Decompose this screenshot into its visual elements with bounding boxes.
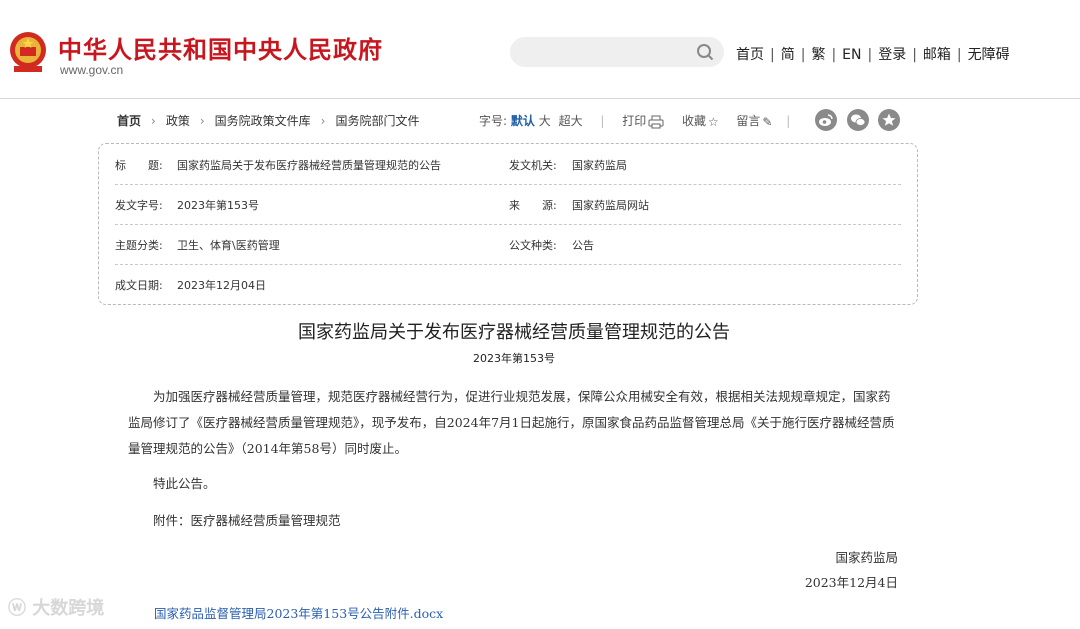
- pencil-icon: ✎: [762, 114, 773, 129]
- attachment-text: 附件：医疗器械经营质量管理规范: [153, 513, 341, 528]
- article-number: 2023年第153号: [473, 352, 555, 365]
- source-label: 来 源:: [509, 199, 557, 212]
- comment-label: 留言: [736, 114, 761, 128]
- top-nav: 首页 | 简 | 繁 | EN | 登录 | 邮箱 | 无障碍: [736, 47, 1010, 63]
- search-input[interactable]: [524, 43, 688, 63]
- site-title[interactable]: 中华人民共和国中央人民政府: [58, 30, 383, 65]
- favorite-button[interactable]: 收藏 ☆: [681, 114, 719, 129]
- nav-traditional[interactable]: 繁: [811, 47, 825, 63]
- font-size-large[interactable]: 大: [539, 114, 551, 128]
- body-paragraph: 为加强医疗器械经营质量管理，规范医疗器械经营行为，促进行业规范发展，保障公众用械…: [128, 389, 895, 456]
- article-body: 为加强医疗器械经营质量管理，规范医疗器械经营行为，促进行业规范发展，保障公众用械…: [128, 384, 898, 462]
- title-value: 国家药监局关于发布医疗器械经营质量管理规范的公告: [177, 159, 441, 172]
- article-title: 国家药监局关于发布医疗器械经营质量管理规范的公告: [298, 322, 730, 343]
- chevron-right-icon: ›: [151, 114, 156, 128]
- breadcrumb-dept-docs[interactable]: 国务院部门文件: [335, 114, 419, 128]
- font-size-default[interactable]: 默认: [511, 114, 535, 128]
- docno-label: 发文字号:: [115, 199, 163, 212]
- date-label: 成文日期:: [115, 279, 163, 292]
- notice-text: 特此公告。: [153, 476, 216, 491]
- info-row: 主题分类: 卫生、体育\医药管理 公文种类: 公告: [115, 224, 901, 265]
- nav-english[interactable]: EN: [842, 47, 861, 63]
- nav-login[interactable]: 登录: [878, 47, 906, 63]
- attachment-download-link[interactable]: 国家药品监督管理局2023年第153号公告附件.docx: [154, 603, 443, 622]
- issuer-label: 发文机关:: [509, 159, 557, 172]
- doctype-label: 公文种类:: [509, 239, 557, 252]
- search-icon[interactable]: [696, 43, 714, 61]
- site-url: www.gov.cn: [60, 63, 124, 77]
- breadcrumb-home[interactable]: 首页: [117, 114, 141, 128]
- nav-home[interactable]: 首页: [736, 47, 764, 63]
- document-info-box: 标 题: 国家药监局关于发布医疗器械经营质量管理规范的公告 发文机关: 国家药监…: [98, 143, 918, 305]
- font-size-xlarge[interactable]: 超大: [559, 114, 583, 128]
- docno-value: 2023年第153号: [177, 199, 259, 212]
- print-label: 打印: [622, 114, 647, 128]
- info-row: 成文日期: 2023年12月04日: [115, 264, 901, 304]
- chevron-right-icon: ›: [199, 114, 205, 128]
- printer-icon: [648, 115, 664, 128]
- info-row: 标 题: 国家药监局关于发布医疗器械经营质量管理规范的公告 发文机关: 国家药监…: [115, 144, 901, 185]
- topic-value: 卫生、体育\医药管理: [177, 239, 280, 252]
- title-label: 标 题:: [115, 159, 163, 172]
- star-circle-icon: [882, 113, 896, 126]
- watermark-text: 大数跨境: [32, 598, 105, 619]
- date-value: 2023年12月04日: [177, 279, 266, 292]
- breadcrumb-policy[interactable]: 政策: [166, 114, 190, 128]
- print-button[interactable]: 打印: [622, 114, 664, 128]
- signer: 国家药监局: [835, 550, 898, 565]
- wechat-share-button[interactable]: [847, 109, 869, 131]
- source-value: 国家药监局网站: [572, 199, 649, 212]
- national-emblem-icon[interactable]: [8, 30, 48, 74]
- star-icon: ☆: [707, 114, 719, 129]
- sign-date: 2023年12月4日: [804, 575, 898, 590]
- search-box: [510, 37, 724, 67]
- favorite-share-button[interactable]: [878, 109, 900, 131]
- breadcrumb-policy-library[interactable]: 国务院政策文件库: [215, 114, 311, 128]
- weibo-watermark-icon: ⓦ: [8, 598, 26, 619]
- comment-button[interactable]: 留言 ✎: [736, 114, 773, 129]
- breadcrumb: 首页 › 政策 › 国务院政策文件库 › 国务院部门文件: [117, 112, 420, 129]
- chevron-right-icon: ›: [320, 114, 326, 128]
- nav-simplified[interactable]: 简: [781, 47, 795, 63]
- wechat-icon: [851, 114, 866, 126]
- issuer-value: 国家药监局: [572, 159, 627, 172]
- watermark: ⓦ 大数跨境: [8, 594, 104, 620]
- weibo-share-button[interactable]: [815, 109, 837, 131]
- article-tools: 字号: 默认 大 超大 | 打印 收藏 ☆ 留言 ✎ |: [479, 114, 791, 129]
- doctype-value: 公告: [572, 239, 594, 252]
- nav-accessibility[interactable]: 无障碍: [968, 47, 1010, 63]
- nav-mailbox[interactable]: 邮箱: [923, 47, 951, 63]
- info-row: 发文字号: 2023年第153号 来 源: 国家药监局网站: [115, 184, 901, 225]
- weibo-icon: [819, 114, 833, 126]
- site-header: 中华人民共和国中央人民政府 www.gov.cn 首页 | 简 | 繁 | EN | 登录 | 邮箱…: [0, 0, 1080, 99]
- topic-label: 主题分类:: [115, 239, 163, 252]
- font-size-label: 字号:: [479, 114, 508, 128]
- favorite-label: 收藏: [681, 114, 706, 128]
